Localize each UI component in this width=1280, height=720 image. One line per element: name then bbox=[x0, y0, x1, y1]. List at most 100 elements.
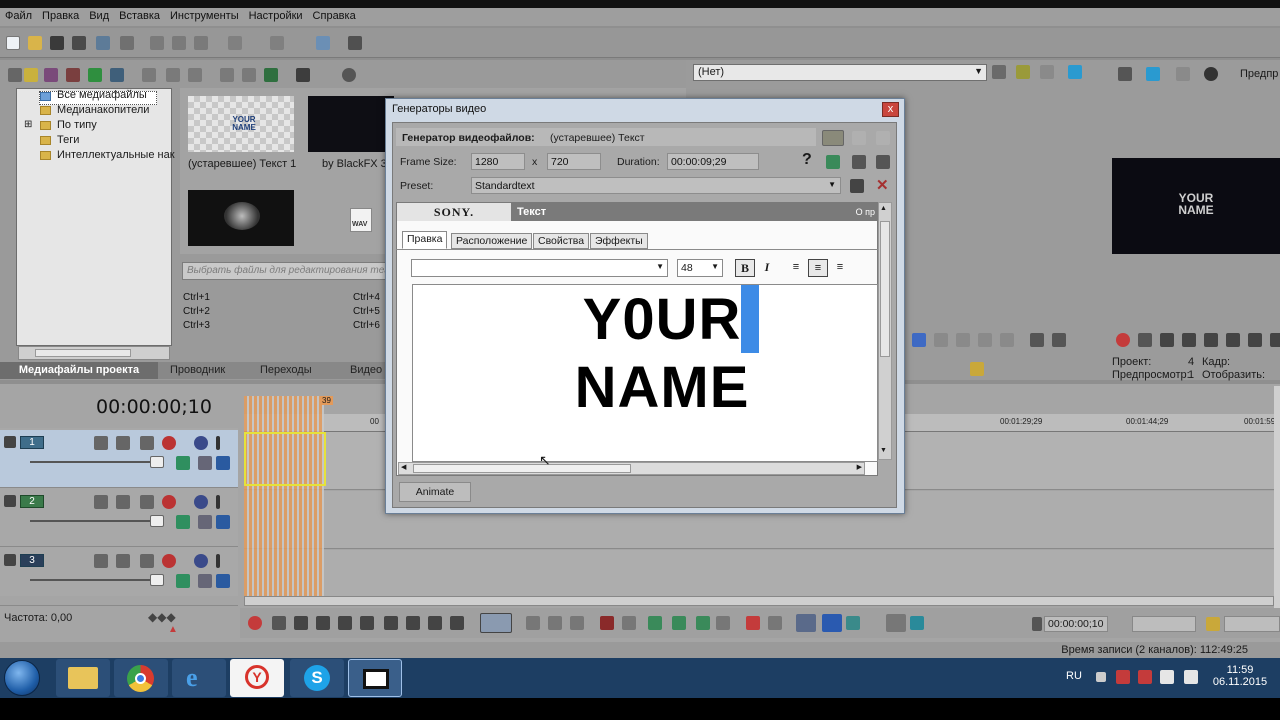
help-icon[interactable]: ? bbox=[802, 151, 812, 169]
align-center-icon[interactable]: ≡ bbox=[808, 259, 828, 277]
align-left-icon[interactable]: ≡ bbox=[786, 259, 806, 277]
edit-tool-icon[interactable] bbox=[480, 613, 512, 633]
mute-icon[interactable] bbox=[194, 436, 208, 450]
menu-file[interactable]: Файл bbox=[0, 8, 37, 26]
solo-icon[interactable] bbox=[216, 495, 220, 509]
text-aa-icon[interactable] bbox=[992, 65, 1006, 79]
timeline-hscroll[interactable] bbox=[244, 596, 1274, 606]
track-fx-icon[interactable] bbox=[116, 495, 130, 509]
mark-out-icon[interactable] bbox=[934, 333, 948, 347]
search-icon[interactable] bbox=[342, 68, 356, 82]
fx-preset-select[interactable]: (Нет) ▼ bbox=[693, 64, 987, 81]
region-icon[interactable] bbox=[768, 616, 782, 630]
tab-project-media[interactable]: Медиафайлы проекта bbox=[0, 362, 158, 379]
track-fx-icon[interactable] bbox=[116, 436, 130, 450]
auto-crossfade-icon[interactable] bbox=[822, 614, 842, 632]
close-fx-icon[interactable] bbox=[1040, 65, 1054, 79]
view-mode-3-icon[interactable] bbox=[876, 131, 890, 145]
track-menu-icon[interactable] bbox=[4, 436, 16, 448]
duration-field[interactable]: 00:00:09;29 bbox=[667, 153, 759, 170]
track-motion-icon[interactable] bbox=[94, 436, 108, 450]
zoom-tool-icon[interactable] bbox=[570, 616, 584, 630]
loop-icon[interactable] bbox=[1138, 333, 1152, 347]
media-thumb-blackfx[interactable] bbox=[308, 96, 394, 152]
scroll-down-icon[interactable]: ▼ bbox=[880, 447, 890, 457]
media-fx-icon[interactable] bbox=[166, 68, 180, 82]
animate-button[interactable]: Animate bbox=[399, 482, 471, 502]
gear-icon[interactable] bbox=[162, 554, 176, 568]
tab-transitions[interactable]: Переходы bbox=[252, 362, 320, 379]
settings-icon[interactable] bbox=[876, 155, 890, 169]
compositing-mode-icon[interactable] bbox=[176, 515, 190, 529]
scroll-left-icon[interactable]: ◀ bbox=[401, 463, 406, 471]
auto-preview-icon[interactable] bbox=[264, 68, 278, 82]
go-start-icon[interactable] bbox=[384, 616, 398, 630]
compositing-mode-icon[interactable] bbox=[176, 574, 190, 588]
fx-wand-icon[interactable] bbox=[1016, 65, 1030, 79]
remove-icon[interactable] bbox=[142, 68, 156, 82]
tag-search-input[interactable]: Выбрать файлы для редактирования тег bbox=[182, 262, 386, 280]
font-select[interactable]: ▼ bbox=[411, 259, 668, 277]
marker-flag-icon[interactable] bbox=[746, 616, 760, 630]
scroll-up-icon[interactable]: ▲ bbox=[880, 205, 890, 215]
level-slider-thumb[interactable] bbox=[150, 515, 164, 527]
editor-hscroll-thumb[interactable] bbox=[413, 464, 631, 473]
save-icon[interactable] bbox=[50, 36, 64, 50]
ie-taskbar-icon[interactable]: e bbox=[172, 659, 226, 697]
trim-start-icon[interactable] bbox=[648, 616, 662, 630]
vegas-taskbar-icon[interactable] bbox=[348, 659, 402, 697]
level-slider[interactable] bbox=[30, 520, 150, 522]
tray-security-icon[interactable] bbox=[1138, 670, 1152, 684]
snapping-icon[interactable] bbox=[796, 614, 816, 632]
import-icon[interactable] bbox=[24, 68, 38, 82]
track-menu-icon[interactable] bbox=[4, 495, 16, 507]
trim-right-icon[interactable] bbox=[978, 333, 992, 347]
mute-icon[interactable] bbox=[194, 554, 208, 568]
play-from-start-icon[interactable] bbox=[294, 616, 308, 630]
mark-in-icon[interactable] bbox=[912, 333, 926, 347]
split-icon[interactable] bbox=[1176, 67, 1190, 81]
search-media-icon[interactable] bbox=[110, 68, 124, 82]
render-icon[interactable] bbox=[96, 36, 110, 50]
view-mode-2-icon[interactable] bbox=[852, 131, 866, 145]
cut-icon[interactable] bbox=[150, 36, 164, 50]
track-motion-icon[interactable] bbox=[94, 495, 108, 509]
gear-icon[interactable] bbox=[162, 495, 176, 509]
prev-frame-icon[interactable] bbox=[1248, 333, 1262, 347]
language-indicator[interactable]: RU bbox=[1066, 670, 1082, 682]
editor-vscroll-thumb[interactable] bbox=[880, 221, 890, 357]
go-end-icon[interactable] bbox=[406, 616, 420, 630]
dialog-close-button[interactable]: x bbox=[882, 102, 899, 117]
record-icon[interactable] bbox=[248, 616, 262, 630]
level-slider[interactable] bbox=[30, 579, 150, 581]
delete-icon[interactable] bbox=[600, 616, 614, 630]
menu-insert[interactable]: Вставка bbox=[114, 8, 165, 26]
preset-select[interactable]: Standardtext ▼ bbox=[471, 177, 841, 194]
play-media-icon[interactable] bbox=[220, 68, 234, 82]
prev-frame-icon[interactable] bbox=[428, 616, 442, 630]
redo-icon[interactable] bbox=[270, 36, 284, 50]
composite-icon[interactable] bbox=[140, 436, 154, 450]
scroll-right-icon[interactable]: ▶ bbox=[857, 463, 862, 471]
frame-width-field[interactable]: 1280 bbox=[471, 153, 525, 170]
lock-envelope-icon[interactable] bbox=[886, 614, 906, 632]
preview-props-icon[interactable] bbox=[1118, 67, 1132, 81]
solo-icon[interactable] bbox=[216, 436, 220, 450]
dvd-icon[interactable] bbox=[66, 68, 80, 82]
tree-item-media-bins[interactable]: Медианакопители bbox=[54, 104, 149, 118]
menu-edit[interactable]: Правка bbox=[37, 8, 84, 26]
copy-icon[interactable] bbox=[172, 36, 186, 50]
record-icon[interactable] bbox=[1116, 333, 1130, 347]
add-keyframe-icon[interactable] bbox=[826, 155, 840, 169]
trim-tool-icon[interactable] bbox=[622, 616, 636, 630]
paste-icon[interactable] bbox=[194, 36, 208, 50]
tree-hscroll-thumb[interactable] bbox=[35, 349, 131, 357]
menu-view[interactable]: Вид bbox=[84, 8, 114, 26]
tree-item-tags[interactable]: Теги bbox=[54, 134, 79, 148]
tree-item-all-media[interactable]: Все медиафайлы bbox=[54, 89, 147, 103]
level-slider[interactable] bbox=[30, 461, 150, 463]
selection-start-field[interactable] bbox=[1132, 616, 1196, 632]
network-icon[interactable] bbox=[1160, 670, 1174, 684]
editor-hscroll[interactable]: ◀ ▶ bbox=[398, 462, 865, 475]
timeline-vscroll[interactable] bbox=[1274, 386, 1280, 608]
